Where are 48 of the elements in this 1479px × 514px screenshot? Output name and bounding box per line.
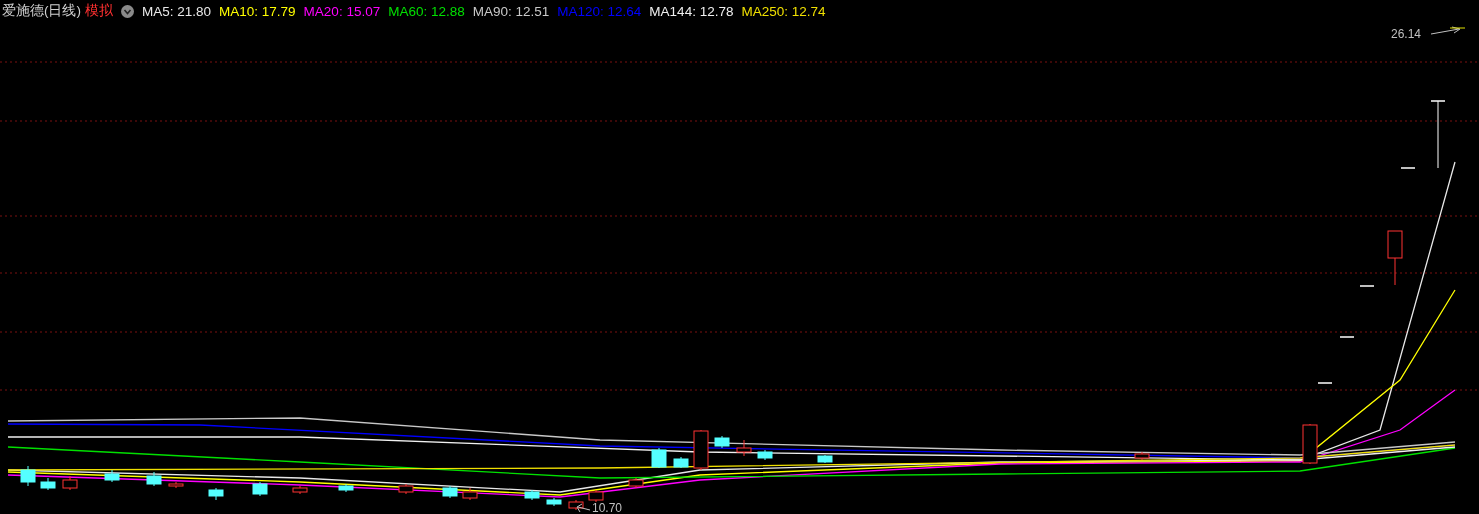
price-tick [1359, 285, 1375, 287]
stock-title: 爱施德(日线) [2, 2, 81, 20]
candlestick [292, 485, 308, 495]
price-tick [1400, 167, 1416, 169]
high-price-label: 26.14 [1391, 27, 1422, 41]
low-price-label: 10.70 [592, 501, 623, 514]
indicator-value: MA20: 15.07 [303, 3, 381, 19]
price-tick [1317, 382, 1333, 384]
candlestick [588, 489, 604, 503]
candlestick [757, 449, 773, 461]
candlestick [1387, 230, 1403, 286]
candlestick [628, 477, 644, 489]
candlestick [1302, 423, 1318, 465]
candlestick [398, 483, 414, 495]
candlestick [651, 447, 667, 469]
candlestick [252, 481, 268, 497]
candlestick [104, 469, 120, 483]
candlestick [693, 429, 709, 471]
candlestick [673, 456, 689, 469]
candlestick [168, 481, 184, 489]
candlestick [208, 487, 224, 501]
indicator-value: MA5: 21.80 [142, 3, 212, 19]
candlestick [1134, 451, 1150, 461]
indicator-value: MA250: 12.74 [741, 3, 826, 19]
candlestick [338, 483, 354, 493]
candlestick [40, 477, 56, 491]
arrow-icon [576, 503, 591, 513]
arrow-icon [1430, 26, 1466, 35]
mode-label: 模拟 [85, 2, 113, 20]
candlestick [546, 497, 562, 507]
candlestick [146, 471, 162, 487]
candlestick [1430, 100, 1446, 169]
candlestick [817, 454, 833, 464]
dropdown-icon[interactable] [121, 4, 134, 18]
candlestick [714, 435, 730, 449]
candlestick [736, 439, 752, 457]
indicator-value: MA90: 12.51 [472, 3, 550, 19]
candlestick [442, 485, 458, 499]
indicator-value: MA144: 12.78 [649, 3, 734, 19]
candlestick [462, 487, 478, 501]
candlestick [568, 499, 584, 511]
price-tick [1339, 336, 1355, 338]
indicator-value: MA10: 17.79 [219, 3, 296, 19]
indicator-value: MA60: 12.88 [388, 3, 465, 19]
indicator-value: MA120: 12.64 [557, 3, 642, 19]
candlestick [20, 465, 36, 487]
candlestick [524, 489, 540, 501]
candlestick [62, 475, 78, 491]
